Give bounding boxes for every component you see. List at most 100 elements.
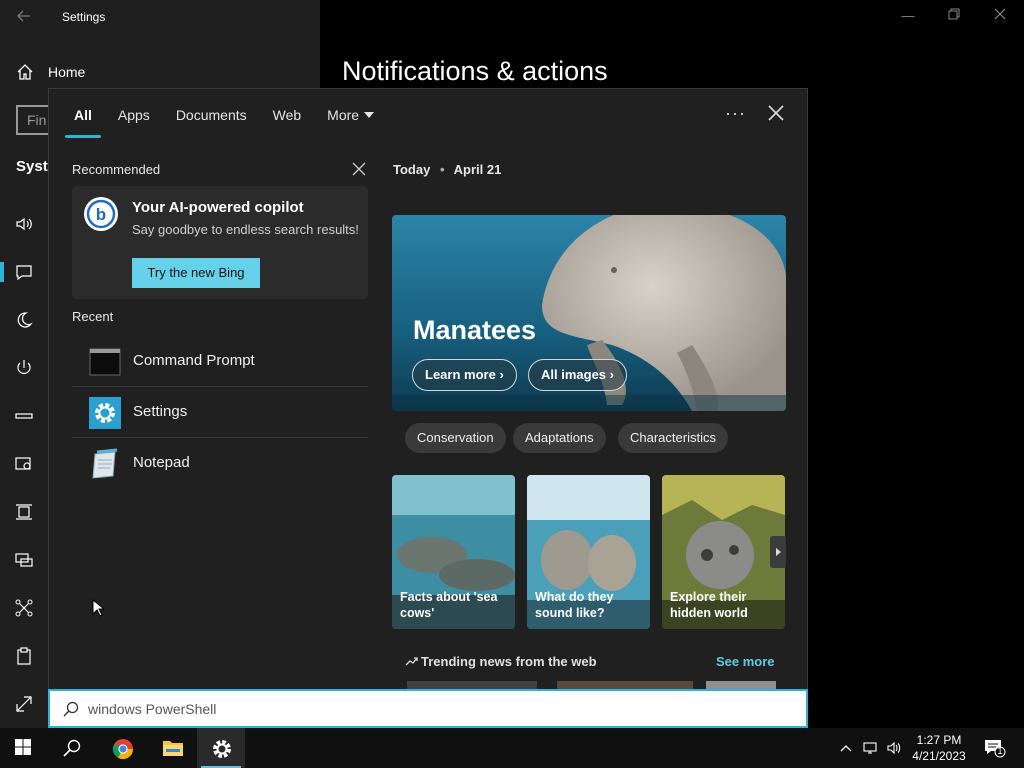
remote-desktop-icon[interactable] [14, 694, 34, 714]
network-icon[interactable] [862, 740, 878, 756]
close-icon[interactable] [767, 104, 785, 122]
chevron-right-icon: › [609, 367, 614, 382]
tab-more[interactable]: More [314, 105, 387, 125]
thumb-card-hidden-world[interactable]: Explore their hidden world [662, 475, 785, 629]
search-flyout: All Apps Documents Web More ··· Recommen… [48, 88, 808, 690]
sound-icon[interactable] [14, 214, 34, 234]
windows-logo-icon [15, 739, 31, 755]
minimize-button[interactable]: — [900, 8, 916, 24]
dismiss-recommended-icon[interactable] [352, 162, 366, 176]
thumb-caption: Facts about 'sea cows' [400, 590, 498, 620]
power-icon[interactable] [14, 358, 34, 378]
tab-all[interactable]: All [61, 105, 105, 125]
taskbar-clock[interactable]: 1:27 PM 4/21/2023 [906, 732, 972, 764]
tab-web[interactable]: Web [260, 105, 315, 125]
chip-conservation[interactable]: Conservation [405, 423, 506, 453]
news-thumb-3[interactable] [706, 681, 776, 689]
news-thumb-1[interactable] [407, 681, 537, 689]
close-window-button[interactable] [992, 8, 1008, 24]
recent-item-notepad[interactable]: Notepad [72, 438, 368, 489]
folder-icon [163, 741, 183, 756]
clock-time: 1:27 PM [916, 733, 962, 747]
news-thumb-2[interactable] [557, 681, 693, 689]
page-title: Notifications & actions [342, 56, 608, 86]
tab-more-label: More [327, 107, 360, 123]
hero-card[interactable]: Manatees Learn more › All images › [392, 215, 786, 411]
recent-item-settings[interactable]: Settings [72, 387, 368, 438]
more-options-icon[interactable]: ··· [725, 103, 746, 124]
notepad-icon [89, 448, 121, 480]
bing-logo-icon: b [84, 197, 118, 231]
chevron-right-icon: › [499, 367, 504, 382]
notifications-icon[interactable] [14, 262, 34, 282]
learn-more-label: Learn more [425, 367, 496, 382]
search-input[interactable] [88, 699, 788, 719]
tab-apps[interactable]: Apps [105, 105, 163, 125]
taskbar-file-explorer[interactable] [148, 728, 196, 768]
today-label: Today [393, 162, 431, 177]
learn-more-button[interactable]: Learn more › [412, 359, 517, 391]
thumb-caption: Explore their hidden world [670, 590, 748, 620]
trending-header: Trending news from the web [405, 654, 597, 669]
find-setting-placeholder: Fin [27, 112, 47, 128]
window-title: Settings [62, 10, 106, 24]
hero-title: Manatees [413, 315, 537, 345]
recent-item-label: Notepad [133, 454, 190, 471]
thumb-caption: What do they sound like? [535, 590, 614, 620]
clipboard-icon[interactable] [14, 646, 34, 666]
search-icon [63, 739, 81, 757]
today-header: Today • April 21 [393, 162, 501, 177]
clock-date: 4/21/2023 [912, 749, 966, 763]
all-images-button[interactable]: All images › [528, 359, 627, 391]
taskbar: 1:27 PM 4/21/2023 1 [0, 728, 1024, 768]
thumb-card-sea-cows[interactable]: Facts about 'sea cows' [392, 475, 515, 629]
search-box[interactable] [48, 689, 808, 728]
show-hidden-icons-chevron-icon[interactable] [838, 740, 854, 756]
recent-item-label: Settings [133, 403, 188, 420]
recent-label: Recent [72, 309, 114, 324]
selected-indicator [0, 262, 4, 282]
start-button[interactable] [0, 728, 48, 768]
active-tab-indicator [65, 135, 101, 138]
trending-label: Trending news from the web [421, 654, 597, 669]
trending-icon [405, 657, 418, 666]
taskbar-search-button[interactable] [48, 728, 96, 768]
back-arrow-icon[interactable] [16, 8, 32, 24]
action-center-button[interactable]: 1 [984, 738, 1006, 758]
shared-experiences-icon[interactable] [14, 598, 34, 618]
home-icon [17, 64, 33, 80]
tablet-icon[interactable] [14, 454, 34, 474]
recommended-label: Recommended [72, 162, 161, 177]
chip-characteristics[interactable]: Characteristics [618, 423, 728, 453]
volume-icon[interactable] [886, 740, 902, 756]
storage-icon[interactable] [14, 406, 34, 426]
projecting-icon[interactable] [14, 550, 34, 570]
chevron-down-icon [364, 112, 375, 118]
home-label: Home [48, 64, 86, 80]
command-prompt-icon [89, 346, 121, 378]
focus-assist-icon[interactable] [14, 310, 34, 330]
settings-gear-icon [89, 397, 121, 429]
dot-separator: • [439, 162, 445, 177]
maximize-button[interactable] [946, 8, 962, 24]
notification-count: 1 [997, 746, 1003, 756]
recommended-card[interactable]: b Your AI-powered copilot Say goodbye to… [72, 186, 368, 299]
multitasking-icon[interactable] [14, 502, 34, 522]
today-date: April 21 [453, 162, 502, 177]
try-bing-button[interactable]: Try the new Bing [132, 258, 260, 288]
tab-documents[interactable]: Documents [163, 105, 260, 125]
see-more-link[interactable]: See more [716, 654, 775, 669]
taskbar-chrome[interactable] [98, 728, 146, 768]
mouse-cursor-icon [92, 599, 104, 617]
svg-text:b: b [96, 205, 106, 224]
all-images-label: All images [541, 367, 607, 382]
taskbar-settings[interactable] [197, 728, 245, 768]
chrome-icon [112, 739, 134, 760]
carousel-next-button[interactable] [770, 536, 786, 568]
thumb-card-sound[interactable]: What do they sound like? [527, 475, 650, 629]
chevron-right-icon [776, 548, 781, 556]
recent-item-command-prompt[interactable]: Command Prompt [72, 336, 368, 387]
chip-adaptations[interactable]: Adaptations [513, 423, 606, 453]
search-icon [63, 701, 79, 717]
sidebar-item-home[interactable]: Home [16, 63, 85, 81]
